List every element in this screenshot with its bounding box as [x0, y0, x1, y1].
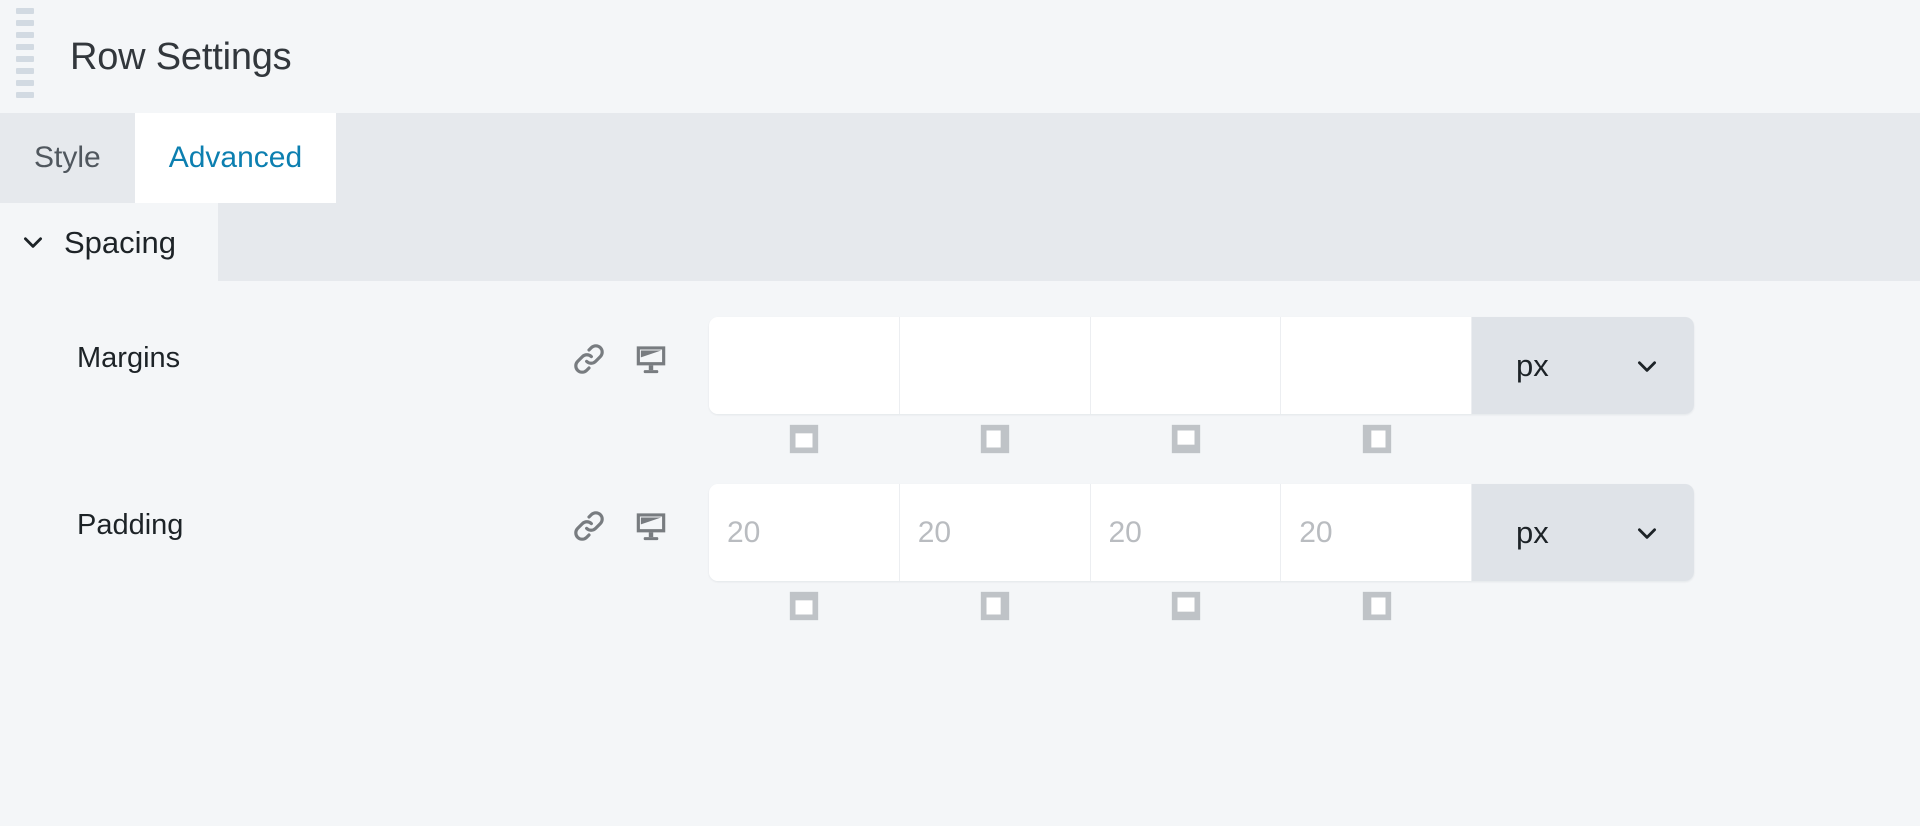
- margins-inputs-wrap: px: [709, 317, 1694, 414]
- padding-top-icon[interactable]: [787, 589, 821, 623]
- tab-bar: Style Advanced: [0, 113, 1920, 203]
- panel-header: Row Settings: [0, 0, 1920, 113]
- padding-right-icon[interactable]: [978, 589, 1012, 623]
- field-row-padding: Padding 20 20 20 20 px: [0, 474, 1920, 641]
- drag-handle-icon[interactable]: [16, 8, 34, 98]
- margins-unit-value: px: [1516, 348, 1549, 383]
- padding-right-cell: [900, 589, 1091, 623]
- margin-bottom-cell: [1091, 422, 1282, 456]
- margin-bottom-icon[interactable]: [1169, 422, 1203, 456]
- row-settings-panel: Row Settings Style Advanced Spacing Marg…: [0, 0, 1920, 826]
- padding-bottom-icon[interactable]: [1169, 589, 1203, 623]
- margin-right-input[interactable]: [899, 317, 1091, 414]
- desktop-icon[interactable]: [632, 340, 670, 378]
- field-row-margins: Margins px: [0, 307, 1920, 474]
- margin-top-cell: [709, 422, 900, 456]
- padding-top-cell: [709, 589, 900, 623]
- padding-unit-value: px: [1516, 515, 1549, 550]
- margins-unit-select[interactable]: px: [1472, 317, 1694, 414]
- margin-top-input[interactable]: [709, 317, 900, 414]
- section-strip: Spacing: [0, 203, 1920, 281]
- section-body-spacing: Margins px Padding 20 20 20 20 px: [0, 281, 1920, 641]
- padding-left-icon[interactable]: [1360, 589, 1394, 623]
- tab-style[interactable]: Style: [0, 113, 135, 203]
- margin-left-input[interactable]: [1281, 317, 1472, 414]
- margins-direction-indicators: [709, 422, 1472, 456]
- section-header-spacing[interactable]: Spacing: [0, 203, 219, 281]
- margin-left-cell: [1281, 422, 1472, 456]
- page-title: Row Settings: [70, 35, 292, 78]
- section-title: Spacing: [64, 224, 177, 260]
- padding-row-icons: [570, 507, 670, 545]
- field-label-margins: Margins: [77, 342, 181, 374]
- chevron-down-icon: [1634, 353, 1660, 379]
- padding-top-input[interactable]: [709, 484, 900, 581]
- margins-row-icons: [570, 340, 670, 378]
- tab-advanced[interactable]: Advanced: [134, 113, 337, 203]
- chevron-down-icon: [1634, 520, 1660, 546]
- padding-right-input[interactable]: [899, 484, 1091, 581]
- link-icon[interactable]: [570, 340, 608, 378]
- margin-bottom-input[interactable]: [1090, 317, 1282, 414]
- padding-inputs: px: [709, 484, 1694, 581]
- field-label-padding: Padding: [77, 509, 184, 541]
- desktop-icon[interactable]: [632, 507, 670, 545]
- margins-inputs: px: [709, 317, 1694, 414]
- padding-inputs-wrap: px: [709, 484, 1694, 581]
- link-icon[interactable]: [570, 507, 608, 545]
- padding-left-cell: [1281, 589, 1472, 623]
- margin-right-icon[interactable]: [978, 422, 1012, 456]
- margin-top-icon[interactable]: [787, 422, 821, 456]
- padding-unit-select[interactable]: px: [1472, 484, 1694, 581]
- padding-direction-indicators: [709, 589, 1472, 623]
- padding-bottom-input[interactable]: [1090, 484, 1282, 581]
- margin-left-icon[interactable]: [1360, 422, 1394, 456]
- margin-right-cell: [900, 422, 1091, 456]
- padding-left-input[interactable]: [1281, 484, 1472, 581]
- chevron-down-icon: [20, 229, 46, 255]
- padding-bottom-cell: [1091, 589, 1282, 623]
